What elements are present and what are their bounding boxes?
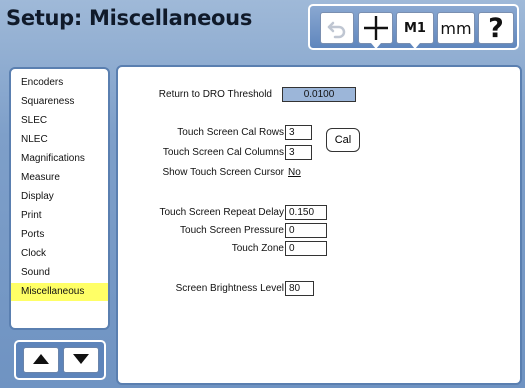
crosshair-plus-icon bbox=[363, 15, 389, 41]
crosshair-button[interactable] bbox=[358, 12, 393, 49]
undo-button[interactable] bbox=[320, 12, 354, 44]
help-label: ? bbox=[488, 12, 504, 44]
scroll-down-button[interactable] bbox=[63, 347, 99, 373]
help-button[interactable]: ? bbox=[478, 12, 514, 44]
scroll-arrows bbox=[14, 340, 106, 380]
m1-button[interactable]: M1 bbox=[396, 12, 434, 49]
cal-cols-label: Touch Screen Cal Columns bbox=[162, 147, 284, 158]
toolbar: M1 mm ? bbox=[308, 4, 519, 50]
arrow-down-icon bbox=[73, 351, 89, 369]
sidebar-item-slec[interactable]: SLEC bbox=[11, 112, 108, 130]
menu-nub bbox=[370, 43, 381, 49]
touch-zone-field[interactable]: 0 bbox=[285, 241, 327, 256]
setup-menu: Encoders Squareness SLEC NLEC Magnificat… bbox=[9, 67, 110, 330]
units-label: mm bbox=[440, 18, 472, 38]
cal-rows-field[interactable]: 3 bbox=[285, 125, 312, 140]
arrow-up-icon bbox=[33, 351, 49, 369]
sidebar-item-nlec[interactable]: NLEC bbox=[11, 131, 108, 149]
units-button[interactable]: mm bbox=[437, 12, 475, 44]
threshold-field[interactable]: 0.0100 bbox=[282, 87, 356, 102]
pressure-field[interactable]: 0 bbox=[285, 223, 327, 238]
repeat-delay-field[interactable]: 0.150 bbox=[285, 205, 327, 220]
cal-rows-label: Touch Screen Cal Rows bbox=[177, 127, 284, 138]
cursor-label: Show Touch Screen Cursor bbox=[162, 167, 284, 178]
repeat-delay-label: Touch Screen Repeat Delay bbox=[159, 207, 284, 218]
threshold-label: Return to DRO Threshold bbox=[158, 89, 272, 100]
sidebar-item-squareness[interactable]: Squareness bbox=[11, 93, 108, 111]
cursor-toggle[interactable]: No bbox=[288, 167, 301, 178]
sidebar-item-clock[interactable]: Clock bbox=[11, 245, 108, 263]
brightness-field[interactable]: 80 bbox=[285, 281, 314, 296]
scroll-up-button[interactable] bbox=[23, 347, 59, 373]
pressure-label: Touch Screen Pressure bbox=[180, 225, 284, 236]
undo-arrow-icon bbox=[326, 17, 348, 39]
setup-screen: Setup: Miscellaneous M1 mm ? Encoders Sq… bbox=[0, 0, 525, 388]
sidebar-item-magnifications[interactable]: Magnifications bbox=[11, 150, 108, 168]
page-title: Setup: Miscellaneous bbox=[6, 6, 253, 30]
sidebar-item-measure[interactable]: Measure bbox=[11, 169, 108, 187]
sidebar-item-display[interactable]: Display bbox=[11, 188, 108, 206]
sidebar-item-print[interactable]: Print bbox=[11, 207, 108, 225]
touch-zone-label: Touch Zone bbox=[231, 243, 284, 254]
sidebar-item-miscellaneous[interactable]: Miscellaneous bbox=[11, 283, 108, 301]
menu-nub bbox=[410, 43, 420, 49]
cal-button[interactable]: Cal bbox=[326, 128, 360, 152]
sidebar-item-encoders[interactable]: Encoders bbox=[11, 74, 108, 92]
settings-panel: Return to DRO Threshold 0.0100 Touch Scr… bbox=[116, 65, 522, 385]
sidebar-item-sound[interactable]: Sound bbox=[11, 264, 108, 282]
cal-cols-field[interactable]: 3 bbox=[285, 145, 312, 160]
sidebar-item-ports[interactable]: Ports bbox=[11, 226, 108, 244]
m1-label: M1 bbox=[404, 20, 426, 36]
brightness-label: Screen Brightness Level bbox=[175, 283, 284, 294]
